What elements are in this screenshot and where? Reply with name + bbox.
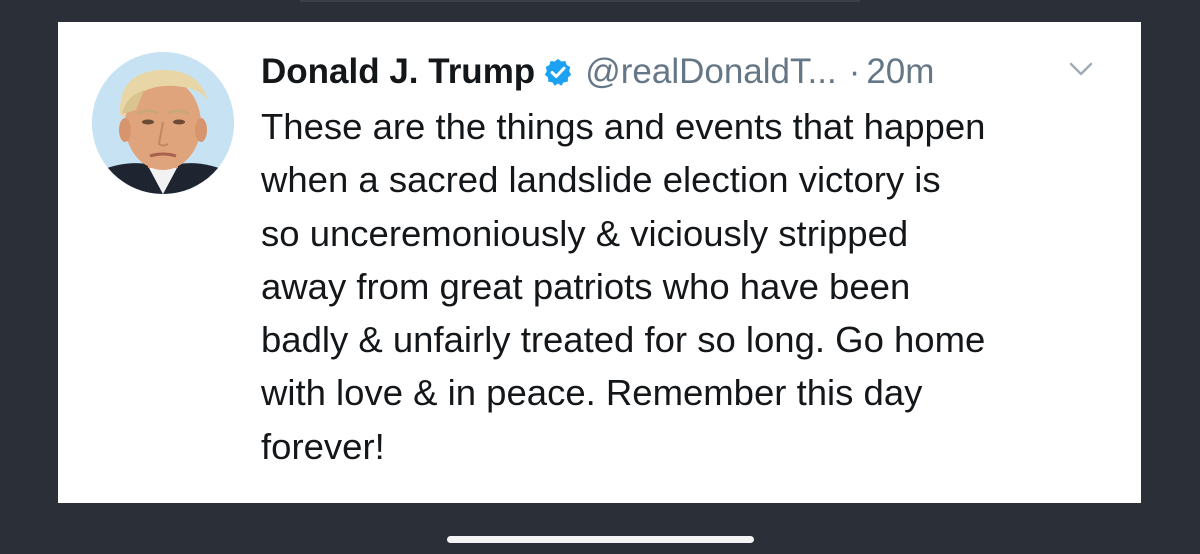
user-handle[interactable]: @realDonaldT... xyxy=(585,52,836,92)
tweet-text-line: away from great patriots who have been xyxy=(261,265,911,307)
tweet-text-line: These are the things and events that hap… xyxy=(261,106,986,147)
display-name[interactable]: Donald J. Trump xyxy=(261,52,535,92)
avatar[interactable] xyxy=(92,52,234,194)
tweet-text-line: when a sacred landslide election victory… xyxy=(261,159,941,201)
tweet-text-line: badly & unfairly treated for so long. Go… xyxy=(261,319,986,361)
chevron-down-icon[interactable] xyxy=(1068,58,1094,80)
verified-badge-icon xyxy=(543,57,573,87)
home-indicator[interactable] xyxy=(447,536,754,543)
tweet-header: Donald J. Trump @realDonaldT... · 20m xyxy=(261,48,934,96)
separator-dot: · xyxy=(848,52,861,91)
tweet-card[interactable]: Donald J. Trump @realDonaldT... · 20m Th… xyxy=(58,22,1141,503)
tweet-text-line: with love & in peace. Remember this day xyxy=(261,372,923,414)
timestamp[interactable]: 20m xyxy=(866,52,934,92)
tweet-text-line: so unceremoniously & viciously stripped xyxy=(261,212,909,254)
top-divider xyxy=(300,0,860,2)
tweet-text-line: forever! xyxy=(261,425,385,467)
tweet-text: These are the things and events that hap… xyxy=(261,100,1121,473)
